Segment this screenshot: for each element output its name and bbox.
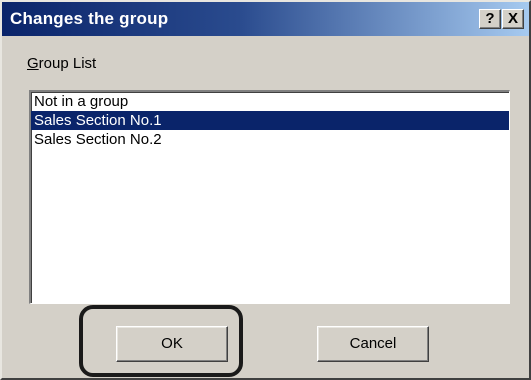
group-listbox[interactable]: Not in a group Sales Section No.1 Sales …	[29, 90, 510, 304]
help-icon: ?	[485, 10, 495, 27]
cancel-button-label: Cancel	[349, 335, 397, 352]
group-list-label-mnemonic: G	[27, 55, 39, 72]
title-bar[interactable]: Changes the group ? X	[2, 2, 529, 36]
group-list-label-text: roup List	[38, 55, 97, 72]
cancel-button[interactable]: Cancel	[317, 326, 429, 362]
list-item-not-in-group[interactable]: Not in a group	[31, 92, 509, 111]
list-item-sales-section-2[interactable]: Sales Section No.2	[31, 130, 509, 149]
ok-button-label: OK	[161, 335, 183, 352]
ok-button[interactable]: OK	[116, 326, 228, 362]
list-item-label: Not in a group	[34, 93, 129, 110]
change-group-dialog: Changes the group ? X Group List Not in …	[0, 0, 531, 380]
list-item-label: Sales Section No.2	[34, 131, 162, 148]
group-list-label: Group List	[27, 55, 96, 72]
help-button[interactable]: ?	[479, 9, 501, 29]
list-item-label: Sales Section No.1	[34, 112, 162, 129]
dialog-title: Changes the group	[10, 9, 169, 28]
close-button[interactable]: X	[502, 9, 524, 29]
list-item-sales-section-1[interactable]: Sales Section No.1	[31, 111, 509, 130]
close-icon: X	[507, 10, 518, 27]
